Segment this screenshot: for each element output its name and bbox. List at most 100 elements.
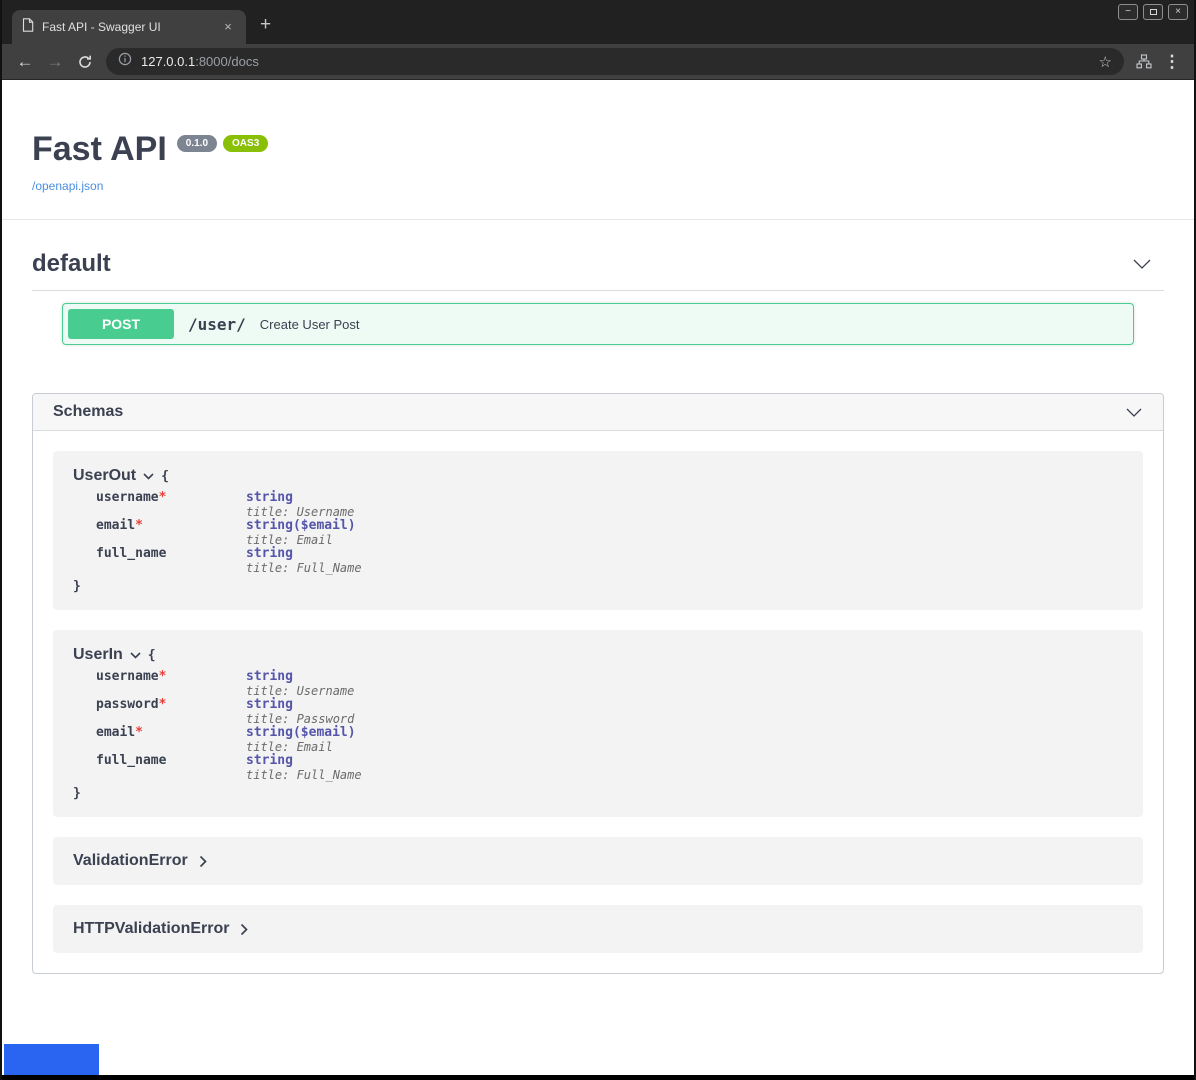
new-tab-button[interactable]: + xyxy=(260,14,271,36)
property-name: email xyxy=(96,725,135,740)
api-badges: 0.1.0 OAS3 xyxy=(177,135,268,152)
maximize-icon xyxy=(1150,9,1157,15)
tag-section-default: default POST /user/ Create User Post xyxy=(32,240,1164,345)
required-star: * xyxy=(135,518,143,533)
close-brace: } xyxy=(73,786,1123,801)
tag-title: default xyxy=(32,250,111,278)
property-row: password* stringtitle: Password xyxy=(96,698,362,726)
property-name: email xyxy=(96,518,135,533)
model-properties: username* stringtitle: Username password… xyxy=(96,670,362,782)
site-info-icon[interactable] xyxy=(118,52,132,71)
reload-icon[interactable] xyxy=(70,47,100,77)
property-row: full_name stringtitle: Full_Name xyxy=(96,754,362,782)
property-type: string($email) xyxy=(246,726,362,740)
required-star: * xyxy=(159,669,167,684)
close-brace: } xyxy=(73,579,1123,594)
swagger-page: Fast API 0.1.0 OAS3 /openapi.json defaul… xyxy=(2,80,1194,1075)
url-host: 127.0.0.1 xyxy=(141,54,195,69)
required-star: * xyxy=(159,697,167,712)
chevron-right-icon xyxy=(199,855,207,868)
model-title: UserOut xyxy=(73,467,136,485)
model-properties: username* stringtitle: Username email* s… xyxy=(96,491,362,575)
tab-strip: Fast API - Swagger UI × + − × xyxy=(2,0,1194,44)
operation-summary: Create User Post xyxy=(260,317,360,332)
address-bar[interactable]: 127.0.0.1:8000/docs ☆ xyxy=(106,48,1124,75)
opblock-summary[interactable]: POST /user/ Create User Post xyxy=(63,304,1133,344)
property-name: username xyxy=(96,490,159,505)
sitemap-icon[interactable] xyxy=(1130,48,1158,76)
page-title: Fast API xyxy=(32,130,167,169)
property-row: email* string($email)title: Email xyxy=(96,726,362,754)
property-type: string xyxy=(246,754,362,768)
schemas-header[interactable]: Schemas xyxy=(33,394,1163,431)
browser-toolbar: ← → 127.0.0.1:8000/docs ☆ ⋮ xyxy=(2,44,1194,80)
minimize-button[interactable]: − xyxy=(1118,4,1138,20)
browser-menu-icon[interactable]: ⋮ xyxy=(1158,48,1186,76)
forward-icon[interactable]: → xyxy=(40,47,70,77)
browser-tab[interactable]: Fast API - Swagger UI × xyxy=(12,10,246,44)
property-title: title: Email xyxy=(246,740,362,754)
opblock-post-user: POST /user/ Create User Post xyxy=(62,303,1134,345)
openapi-spec-link[interactable]: /openapi.json xyxy=(32,179,103,193)
property-type: string xyxy=(246,491,362,505)
property-title: title: Password xyxy=(246,712,362,726)
status-bubble xyxy=(4,1044,99,1075)
property-title: title: Username xyxy=(246,684,362,698)
window-bottom-edge xyxy=(2,1075,1194,1080)
property-title: title: Full_Name xyxy=(246,561,362,575)
property-title: title: Full_Name xyxy=(246,768,362,782)
required-star: * xyxy=(135,725,143,740)
property-name: password xyxy=(96,697,159,712)
back-icon[interactable]: ← xyxy=(10,47,40,77)
maximize-button[interactable] xyxy=(1143,4,1163,20)
model-title: HTTPValidationError xyxy=(73,920,229,938)
property-name: full_name xyxy=(96,753,166,768)
operation-path: /user/ xyxy=(184,315,250,334)
method-badge: POST xyxy=(68,309,174,339)
oas3-badge: OAS3 xyxy=(223,135,268,152)
open-brace: { xyxy=(148,648,156,663)
schemas-section: Schemas UserOut { username* stringtitle:… xyxy=(32,393,1164,974)
model-validationerror-toggle[interactable]: ValidationError xyxy=(53,837,1143,885)
model-userin: UserIn { username* stringtitle: Username… xyxy=(53,630,1143,817)
model-title: ValidationError xyxy=(73,852,188,870)
property-row: full_name stringtitle: Full_Name xyxy=(96,547,362,575)
property-name: username xyxy=(96,669,159,684)
chevron-down-icon xyxy=(1125,407,1143,418)
info-divider xyxy=(2,219,1194,220)
schemas-title: Schemas xyxy=(53,403,123,421)
property-row: username* stringtitle: Username xyxy=(96,670,362,698)
chevron-right-icon xyxy=(240,923,248,936)
close-button[interactable]: × xyxy=(1168,4,1188,20)
open-brace: { xyxy=(161,469,169,484)
url-text: 127.0.0.1:8000/docs xyxy=(141,54,259,69)
property-type: string xyxy=(246,670,362,684)
property-name: full_name xyxy=(96,546,166,561)
property-title: title: Email xyxy=(246,533,362,547)
chevron-down-icon xyxy=(130,652,141,659)
browser-window: Fast API - Swagger UI × + − × ← → 127.0.… xyxy=(0,0,1196,1080)
tab-title: Fast API - Swagger UI xyxy=(42,20,212,34)
property-title: title: Username xyxy=(246,505,362,519)
api-info-section: Fast API 0.1.0 OAS3 /openapi.json xyxy=(2,80,1194,219)
version-badge: 0.1.0 xyxy=(177,135,217,152)
tag-header-default[interactable]: default xyxy=(32,240,1164,291)
required-star: * xyxy=(159,490,167,505)
window-controls: − × xyxy=(1118,4,1188,20)
property-row: username* stringtitle: Username xyxy=(96,491,362,519)
model-userin-toggle[interactable]: UserIn { xyxy=(73,646,1123,664)
model-httpvalidationerror-toggle[interactable]: HTTPValidationError xyxy=(53,905,1143,953)
property-type: string xyxy=(246,698,362,712)
model-userout: UserOut { username* stringtitle: Usernam… xyxy=(53,451,1143,610)
property-row: email* string($email)title: Email xyxy=(96,519,362,547)
tab-close-icon[interactable]: × xyxy=(220,19,236,35)
page-icon xyxy=(22,18,34,37)
url-path: :8000/docs xyxy=(195,54,259,69)
property-type: string($email) xyxy=(246,519,362,533)
chevron-down-icon xyxy=(143,473,154,480)
property-type: string xyxy=(246,547,362,561)
chevron-down-icon xyxy=(1132,258,1152,270)
model-title: UserIn xyxy=(73,646,123,664)
bookmark-star-icon[interactable]: ☆ xyxy=(1099,53,1112,71)
model-userout-toggle[interactable]: UserOut { xyxy=(73,467,1123,485)
